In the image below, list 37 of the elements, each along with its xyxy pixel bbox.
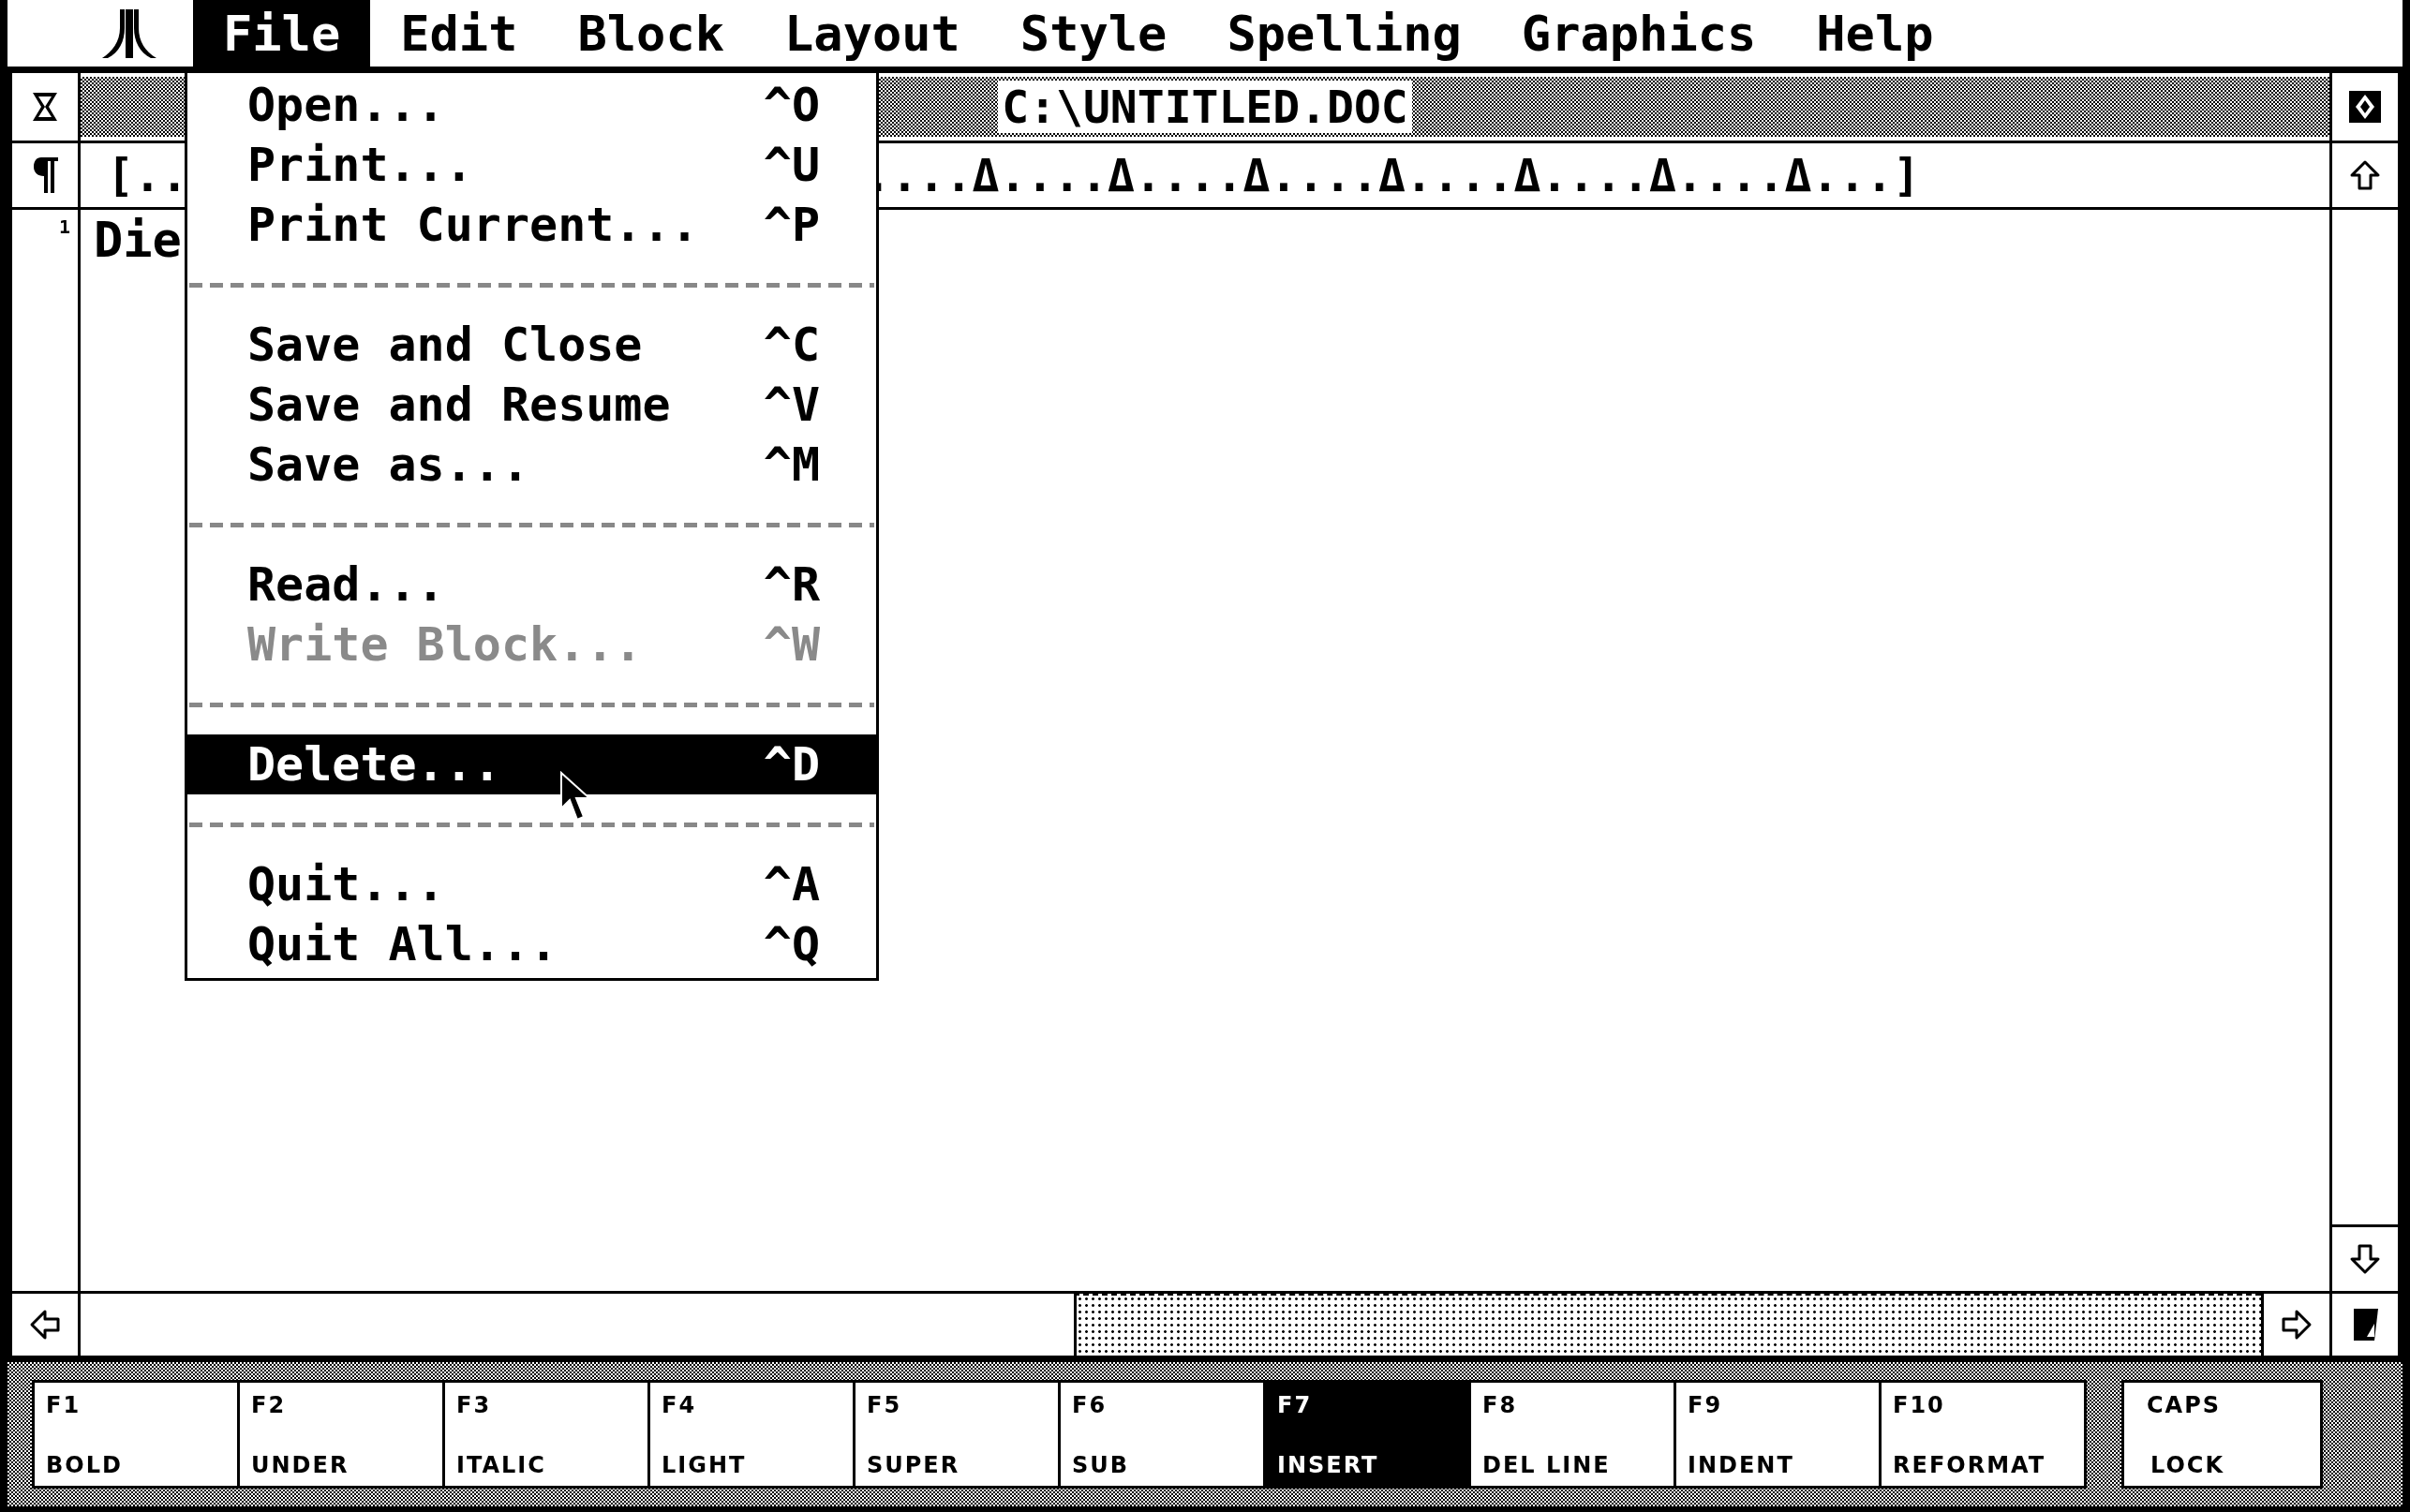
line-number: 1: [58, 215, 71, 240]
right-arrow-icon[interactable]: [2280, 1308, 2313, 1342]
menu-title[interactable]: Spelling: [1197, 0, 1492, 67]
ruler-text: [..: [107, 149, 188, 201]
function-key[interactable]: F6 SUB: [1058, 1380, 1266, 1489]
up-arrow-icon[interactable]: [2348, 158, 2382, 192]
menu-item[interactable]: Read... ^R: [187, 555, 876, 615]
menu-item[interactable]: Quit All... ^Q: [187, 914, 876, 974]
window-title: C:\UNTITLED.DOC: [998, 81, 1412, 133]
menu-title[interactable]: Style: [989, 0, 1198, 67]
menu-item[interactable]: Delete... ^D: [187, 734, 876, 794]
function-key[interactable]: F1 BOLD: [32, 1380, 240, 1489]
caps-lock-key[interactable]: CAPS LOCK: [2121, 1380, 2323, 1489]
menu-item[interactable]: Open... ^O: [187, 75, 876, 135]
document-text: Die: [94, 212, 182, 268]
function-key[interactable]: F8 DEL LINE: [1468, 1380, 1676, 1489]
menu-title[interactable]: Graphics: [1491, 0, 1787, 67]
menu-title[interactable]: Block: [547, 0, 754, 67]
function-key[interactable]: F10 REFORMAT: [1879, 1380, 2087, 1489]
function-key[interactable]: F5 SUPER: [853, 1380, 1061, 1489]
menu-title[interactable]: Help: [1786, 0, 1964, 67]
menu-item[interactable]: Quit... ^A: [187, 854, 876, 914]
function-key[interactable]: F7 INSERT: [1263, 1380, 1471, 1489]
menu-title[interactable]: File: [193, 0, 371, 67]
menu-title[interactable]: Layout: [754, 0, 990, 67]
menu-item[interactable]: Save and Close ^C: [187, 315, 876, 375]
menu-item[interactable]: Save and Resume ^V: [187, 375, 876, 435]
menu-item[interactable]: Save as... ^M: [187, 435, 876, 495]
atari-logo-icon[interactable]: [101, 7, 157, 60]
menu-title[interactable]: Edit: [370, 0, 548, 67]
left-arrow-icon[interactable]: [28, 1308, 62, 1342]
function-key[interactable]: F3 ITALIC: [442, 1380, 650, 1489]
function-key[interactable]: F2 UNDER: [237, 1380, 445, 1489]
function-key[interactable]: F4 LIGHT: [647, 1380, 855, 1489]
function-key[interactable]: F9 INDENT: [1674, 1380, 1882, 1489]
down-arrow-icon[interactable]: [2348, 1242, 2382, 1276]
horizontal-scroll-track[interactable]: [1074, 1294, 2261, 1356]
